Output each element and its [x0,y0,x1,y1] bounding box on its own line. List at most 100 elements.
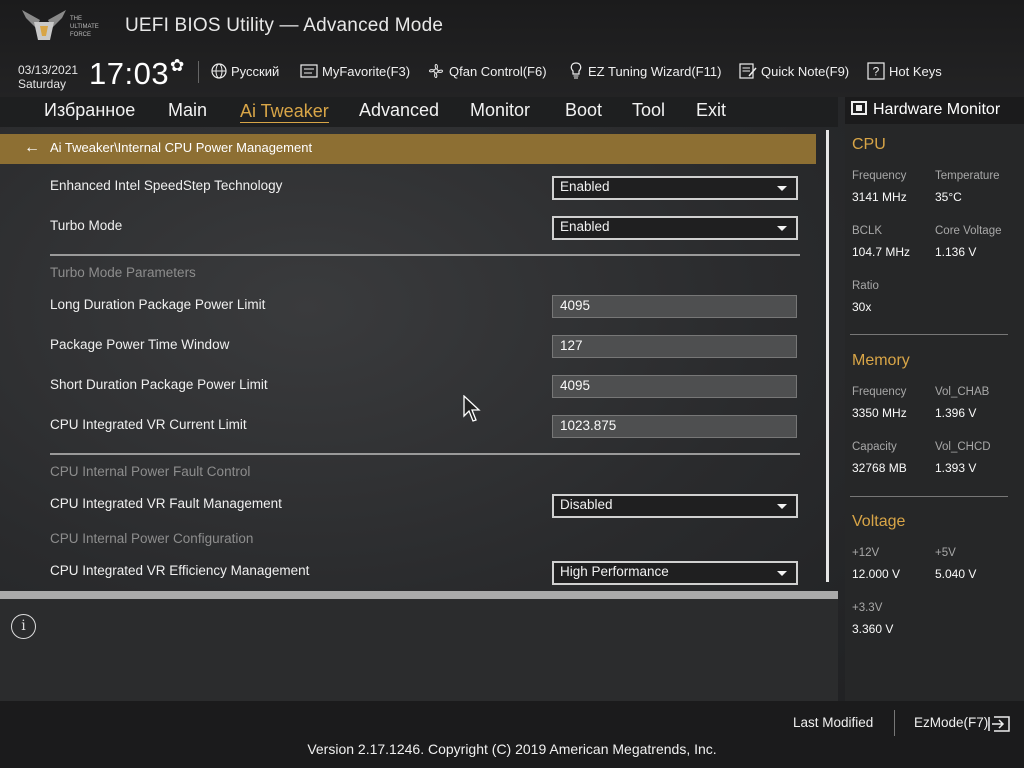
hw-33v-value: 3.360 V [852,622,894,636]
section-divider [50,453,800,455]
vr-fault-management-dropdown[interactable]: Disabled [552,494,798,518]
hw-voltage-heading: Voltage [852,513,906,530]
setting-label-vr-fault-management: CPU Integrated VR Fault Management [50,496,282,511]
hw-cpu-heading: CPU [852,136,886,153]
hot-keys-label: Hot Keys [889,63,942,79]
vr-efficiency-value: High Performance [560,564,669,579]
scrollbar[interactable] [826,130,829,582]
hw-vol-chcd-value: 1.393 V [935,461,977,475]
date-text: 03/13/2021 [18,63,79,77]
time-window-value: 127 [560,338,583,353]
section-power-fault-control: CPU Internal Power Fault Control [50,464,251,479]
tab-favorites[interactable]: Избранное [44,100,135,121]
quick-note-label: Quick Note(F9) [761,63,850,79]
hw-cpu-temperature-value: 35°C [935,190,962,204]
hw-bclk-value: 104.7 MHz [852,245,911,259]
hw-vol-chcd-label: Vol_CHCD [935,441,991,453]
question-icon: ? [867,62,885,80]
hw-capacity-label: Capacity [852,441,897,453]
hardware-monitor-title: Hardware Monitor [873,101,1001,118]
setting-label-short-duration: Short Duration Package Power Limit [50,377,268,392]
help-panel [0,599,838,701]
tab-tool[interactable]: Tool [632,100,665,121]
hw-cpu-frequency-value: 3141 MHz [852,190,907,204]
svg-text:?: ? [873,65,880,79]
ezmode-button[interactable]: EzMode(F7) [914,715,988,730]
breadcrumb-path: Ai Tweaker\Internal CPU Power Management [50,140,313,155]
speedstep-dropdown[interactable]: Enabled [552,176,798,200]
language-button[interactable]: Русский [211,62,279,80]
info-icon: i [11,614,36,639]
chevron-down-icon [777,186,787,191]
hw-capacity-value: 32768 MB [852,461,907,475]
long-duration-value: 4095 [560,298,591,313]
section-divider [50,254,800,256]
package-power-time-window-input[interactable]: 127 [552,335,797,358]
back-arrow-icon[interactable]: ← [24,139,40,157]
hw-5v-value: 5.040 V [935,567,977,581]
app-title: UEFI BIOS Utility — Advanced Mode [125,15,444,36]
exit-mode-icon[interactable] [988,716,1010,732]
footer-separator [894,710,895,736]
turbo-mode-dropdown[interactable]: Enabled [552,216,798,240]
myfavorite-button[interactable]: MyFavorite(F3) [300,62,410,80]
short-duration-value: 4095 [560,378,591,393]
hw-33v-label: +3.3V [852,602,883,614]
logo-text-ultimate: ULTIMATE [70,24,99,30]
hw-vol-chab-value: 1.396 V [935,406,977,420]
vr-efficiency-dropdown[interactable]: High Performance [552,561,798,585]
chevron-down-icon [777,504,787,509]
hw-vol-chab-label: Vol_CHAB [935,386,990,398]
setting-label-long-duration: Long Duration Package Power Limit [50,297,266,312]
myfavorite-label: MyFavorite(F3) [322,63,411,79]
setting-label-time-window: Package Power Time Window [50,337,230,352]
qfan-control-button[interactable]: Qfan Control(F6) [427,62,547,80]
tab-boot[interactable]: Boot [565,100,602,121]
hw-ratio-value: 30x [852,300,872,314]
bulb-icon [570,62,582,79]
help-panel-divider [0,591,838,599]
last-modified-button[interactable]: Last Modified [793,715,873,730]
ez-tuning-wizard-button[interactable]: EZ Tuning Wizard(F11) [568,62,721,80]
hot-keys-button[interactable]: ? Hot Keys [867,62,942,80]
favorite-icon [300,64,318,78]
gear-icon[interactable]: ✿ [170,56,184,76]
quick-note-button[interactable]: Quick Note(F9) [739,62,849,80]
tab-ai-tweaker[interactable]: Ai Tweaker [240,100,329,123]
tab-main[interactable]: Main [168,100,207,121]
footer-bar [0,701,1024,768]
header-separator [198,61,199,83]
hw-bclk-label: BCLK [852,225,883,237]
vr-current-limit-input[interactable]: 1023.875 [552,415,797,438]
main-menu-bar: Избранное Main Ai Tweaker Advanced Monit… [0,97,838,127]
hw-ratio-label: Ratio [852,280,879,292]
vr-fault-management-value: Disabled [560,497,613,512]
logo-text-the: THE [70,16,82,22]
hw-12v-label: +12V [852,547,880,559]
hw-mem-frequency-label: Frequency [852,386,907,398]
hw-mem-frequency-value: 3350 MHz [852,406,907,420]
tab-exit[interactable]: Exit [696,100,726,121]
section-power-configuration: CPU Internal Power Configuration [50,531,254,546]
hw-core-voltage-value: 1.136 V [935,245,977,259]
hw-5v-label: +5V [935,547,956,559]
monitor-icon [851,101,867,115]
globe-icon [211,63,227,79]
short-duration-power-limit-input[interactable]: 4095 [552,375,797,398]
day-text: Saturday [18,77,67,91]
date-display: 03/13/2021 Saturday [18,63,78,91]
setting-label-turbo-mode: Turbo Mode [50,218,123,233]
chevron-down-icon [777,226,787,231]
chevron-down-icon [777,571,787,576]
hw-cpu-temperature-label: Temperature [935,170,1000,182]
section-turbo-mode-parameters: Turbo Mode Parameters [50,265,196,280]
tab-monitor[interactable]: Monitor [470,100,530,121]
setting-label-speedstep: Enhanced Intel SpeedStep Technology [50,178,283,193]
setting-label-vr-current-limit: CPU Integrated VR Current Limit [50,417,247,432]
tab-advanced[interactable]: Advanced [359,100,439,121]
mouse-cursor-icon [463,395,481,422]
tuf-logo: THE ULTIMATE FORCE [22,10,99,40]
turbo-mode-value: Enabled [560,219,610,234]
clock: 17:03 [89,56,170,91]
long-duration-power-limit-input[interactable]: 4095 [552,295,797,318]
